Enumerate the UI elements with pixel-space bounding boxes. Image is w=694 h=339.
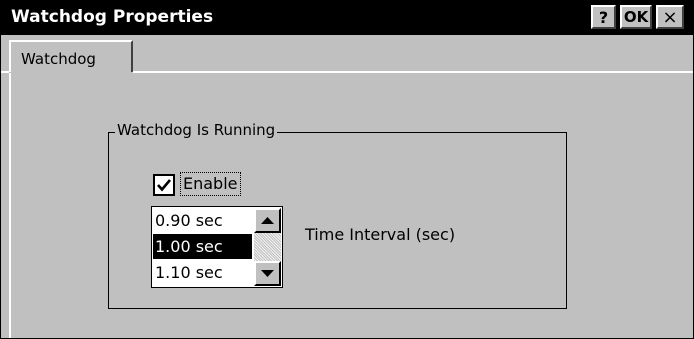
scroll-down-button[interactable] [254, 261, 281, 286]
interval-option-selected[interactable]: 1.00 sec [153, 234, 252, 259]
tab-watchdog[interactable]: Watchdog [9, 40, 133, 72]
scroll-up-button[interactable] [254, 208, 281, 233]
tab-strip-edge-right [133, 71, 693, 73]
down-arrow-icon [261, 269, 274, 277]
enable-label[interactable]: Enable [180, 172, 241, 196]
help-button[interactable]: ? [591, 5, 616, 29]
title-bar: Watchdog Properties ? OK × [1, 1, 693, 35]
close-button[interactable]: × [656, 5, 684, 29]
interval-option[interactable]: 0.90 sec [153, 208, 252, 233]
properties-dialog: Watchdog Properties ? OK × Watchdog Watc… [0, 0, 694, 339]
window-title: Watchdog Properties [11, 7, 214, 27]
enable-checkbox[interactable] [153, 174, 175, 196]
scroll-track[interactable] [254, 233, 281, 261]
interval-spin-list[interactable]: 0.90 sec 1.00 sec 1.10 sec [151, 206, 283, 288]
time-interval-label: Time Interval (sec) [305, 225, 456, 244]
interval-option[interactable]: 1.10 sec [153, 260, 252, 285]
tab-strip-edge [1, 71, 9, 73]
interval-scrollbar[interactable] [254, 208, 281, 286]
ok-button[interactable]: OK [620, 5, 652, 29]
group-title: Watchdog Is Running [115, 121, 278, 139]
tab-page-edge [9, 73, 11, 338]
up-arrow-icon [261, 216, 274, 224]
checkmark-icon [157, 179, 171, 192]
